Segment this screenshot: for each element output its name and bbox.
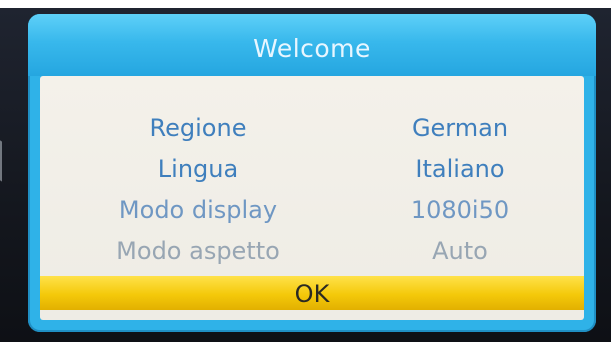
setting-value[interactable]: German	[365, 114, 555, 142]
setting-row-regione[interactable]: Regione German	[40, 112, 584, 148]
setting-row-modo-display[interactable]: Modo display 1080i50	[40, 194, 584, 230]
ok-button-label: OK	[294, 280, 330, 308]
setting-value[interactable]: Auto	[365, 237, 555, 265]
setting-label: Regione	[149, 114, 247, 142]
ok-button[interactable]: OK	[40, 276, 584, 310]
tv-screen: Welcome Regione German Lingua Italiano M…	[0, 0, 611, 342]
setting-value[interactable]: 1080i50	[365, 196, 555, 224]
setting-row-modo-aspetto[interactable]: Modo aspetto Auto	[40, 235, 584, 271]
settings-panel: Regione German Lingua Italiano Modo disp…	[40, 76, 584, 320]
setting-row-lingua[interactable]: Lingua Italiano	[40, 153, 584, 189]
dialog-title-bar: Welcome	[28, 14, 596, 76]
setting-label: Lingua	[157, 155, 239, 183]
welcome-dialog: Welcome Regione German Lingua Italiano M…	[28, 14, 596, 332]
setting-label: Modo display	[118, 196, 278, 224]
setting-value[interactable]: Italiano	[365, 155, 555, 183]
dialog-title: Welcome	[253, 34, 371, 63]
setting-label: Modo aspetto	[116, 237, 280, 265]
